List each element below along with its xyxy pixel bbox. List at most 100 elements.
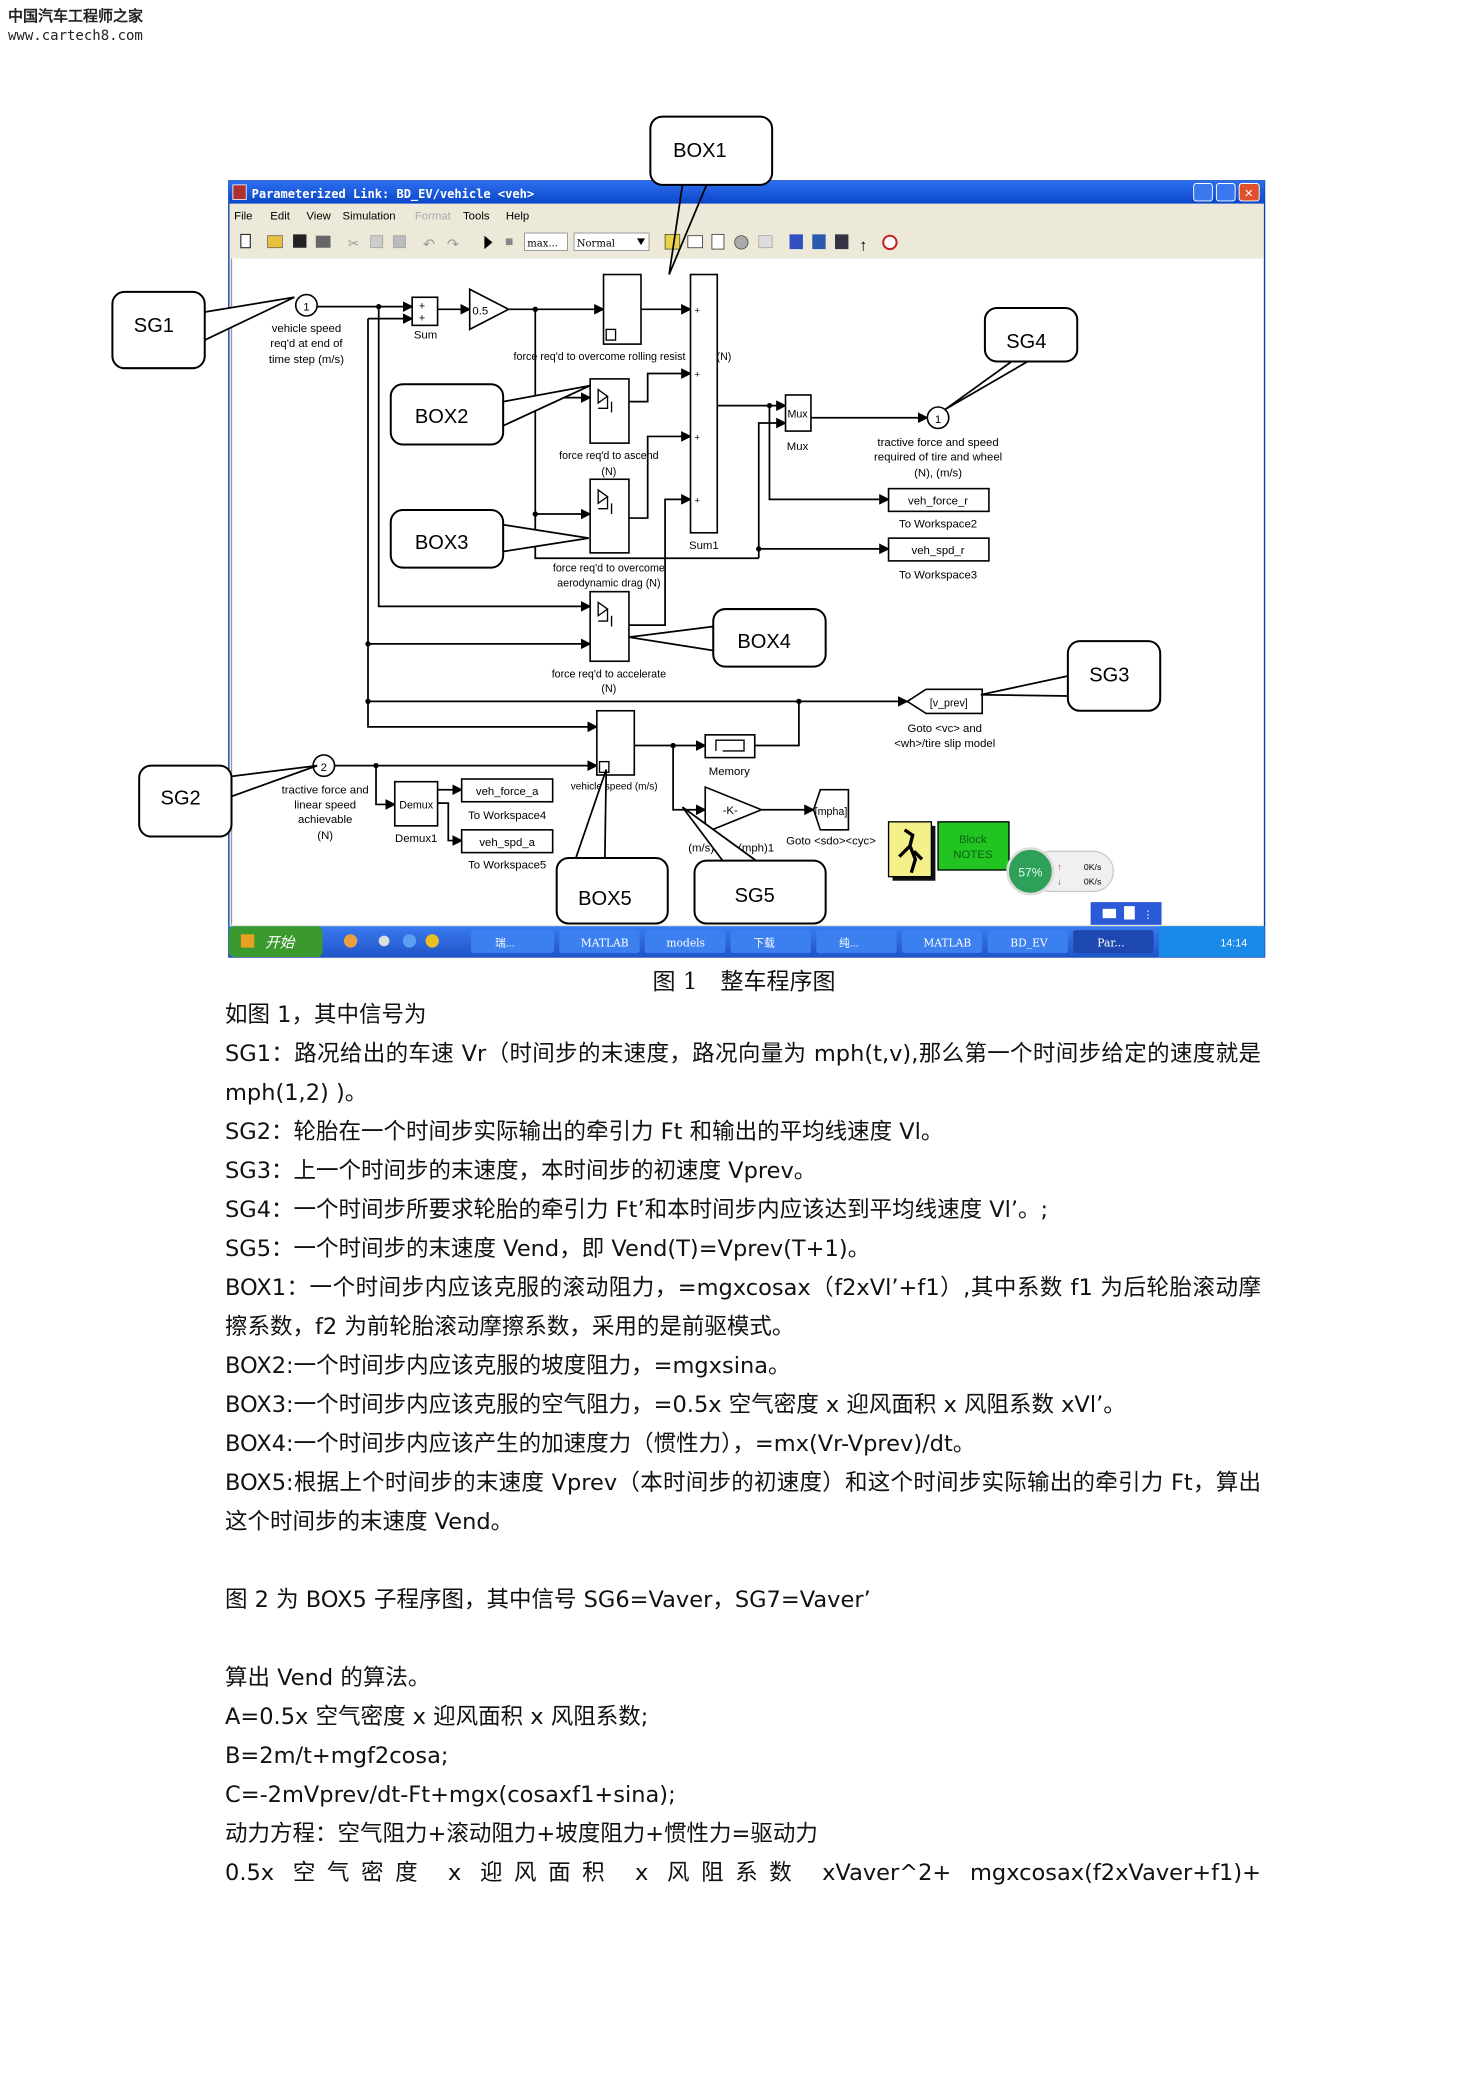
network-widget[interactable]: 57% ↑ ↓ 0K/s 0K/s bbox=[1006, 847, 1115, 896]
model-canvas[interactable] bbox=[230, 258, 1264, 925]
taskbar-item-label: BD_EV bbox=[1010, 936, 1048, 949]
quicklaunch-icon[interactable] bbox=[425, 934, 439, 948]
taskbar-item-label: models bbox=[666, 936, 705, 949]
paragraph: 算出 Vend 的算法。 bbox=[225, 1665, 431, 1691]
net-down: 0K/s bbox=[1084, 877, 1102, 887]
quicklaunch-icon[interactable] bbox=[378, 935, 390, 947]
quicklaunch-icon[interactable] bbox=[343, 934, 358, 948]
paragraph: BOX5:根据上个时间步的末速度 Vprev（本时间步的初速度）和这个时间步实际… bbox=[225, 1470, 1261, 1535]
options-icon[interactable]: ⋮ bbox=[1143, 909, 1154, 921]
sum1-block[interactable]: + + + + Sum1 bbox=[689, 273, 719, 552]
block-notes[interactable]: Block NOTES bbox=[937, 821, 1010, 871]
memory-block[interactable]: Memory bbox=[704, 734, 756, 778]
taskbar-item[interactable]: MATLAB bbox=[559, 930, 640, 953]
to-workspace4[interactable]: veh_force_a To Workspace4 bbox=[460, 778, 554, 822]
paragraph: BOX2:一个时间步内应该克服的坡度阻力，=mgxsina。 bbox=[225, 1353, 791, 1379]
callout-label: BOX4 bbox=[737, 631, 791, 653]
outport-1-label: (N), (m/s) bbox=[914, 468, 962, 480]
taskbar-item[interactable]: BD_EV bbox=[987, 930, 1068, 953]
new-icon[interactable] bbox=[240, 233, 251, 249]
start-label: 开始 bbox=[265, 935, 296, 952]
keyboard-icon[interactable] bbox=[1102, 908, 1117, 919]
menu-help[interactable]: Help bbox=[506, 211, 529, 223]
demux-block[interactable]: Demux Demux1 bbox=[393, 780, 439, 845]
browser-icon[interactable] bbox=[835, 234, 849, 250]
up-arrow-icon[interactable]: ↑ bbox=[859, 236, 867, 254]
sim-mode-value: Normal bbox=[577, 238, 615, 249]
taskbar-item[interactable]: 下载 bbox=[730, 930, 811, 953]
menu-file[interactable]: File bbox=[234, 211, 252, 223]
taskbar-item-label: MATLAB bbox=[581, 936, 629, 949]
print-icon[interactable] bbox=[315, 235, 331, 248]
paragraph: 图 2 为 BOX5 子程序图，其中信号 SG6=Vaver，SG7=Vaver… bbox=[225, 1587, 871, 1613]
copy-icon[interactable] bbox=[370, 235, 384, 249]
link-icon bbox=[598, 760, 610, 773]
open-icon[interactable] bbox=[267, 235, 283, 249]
inport-2-label: achievable bbox=[298, 814, 352, 826]
callout-label: SG5 bbox=[735, 885, 775, 907]
close-icon: × bbox=[1245, 186, 1254, 202]
plus-sign: + bbox=[695, 305, 700, 315]
to-workspace3[interactable]: veh_spd_r To Workspace3 bbox=[887, 537, 990, 581]
paste-icon[interactable] bbox=[393, 235, 406, 249]
maximize-button[interactable] bbox=[1215, 183, 1236, 202]
target-icon[interactable] bbox=[882, 234, 898, 251]
menu-edit[interactable]: Edit bbox=[270, 211, 290, 223]
paragraph: SG3：上一个时间步的末速度，本时间步的初速度 Vprev。 bbox=[225, 1158, 817, 1184]
paragraph: 如图 1，其中信号为 bbox=[225, 1002, 427, 1028]
taskbar-item[interactable]: models bbox=[645, 930, 726, 953]
upload-arrow-icon: ↑ bbox=[1057, 862, 1062, 872]
taskbar-item[interactable]: 纯... bbox=[816, 930, 897, 953]
ie-icon[interactable] bbox=[402, 934, 417, 948]
save-icon[interactable] bbox=[293, 234, 307, 248]
menu-format[interactable]: Format bbox=[415, 211, 452, 223]
taskbar-item-label: Par... bbox=[1097, 936, 1124, 949]
cut-icon[interactable]: ✂ bbox=[348, 236, 359, 251]
outport-1-label: tractive force and speed bbox=[877, 437, 998, 449]
mux-block[interactable]: Mux Mux bbox=[784, 394, 812, 453]
language-bar[interactable]: ⋮ bbox=[1090, 902, 1162, 925]
taskbar-item-label: 下载 bbox=[753, 937, 775, 949]
gain-k-value: -K- bbox=[723, 805, 738, 817]
taskbar-item-active[interactable]: Par... bbox=[1073, 930, 1154, 953]
navigate-icon[interactable] bbox=[789, 234, 803, 250]
rolling-unit: (N) bbox=[717, 351, 732, 363]
demux-text: Demux bbox=[399, 799, 434, 811]
taskbar-item[interactable]: MATLAB bbox=[901, 930, 983, 953]
goto-v-prev-label: Goto <vc> and bbox=[907, 723, 982, 735]
minimize-button[interactable] bbox=[1193, 183, 1213, 202]
stop-simulation-icon[interactable] bbox=[505, 238, 513, 246]
menu-tools[interactable]: Tools bbox=[463, 211, 490, 223]
build-icon[interactable] bbox=[758, 235, 773, 249]
ws2-label: To Workspace2 bbox=[899, 518, 977, 530]
taskbar-item[interactable]: 瑞... bbox=[471, 930, 555, 953]
redo-icon[interactable]: ↷ bbox=[447, 237, 460, 253]
callout-label: SG3 bbox=[1089, 664, 1129, 686]
sum-block[interactable]: + + Sum bbox=[411, 296, 439, 342]
menu-simulation[interactable]: Simulation bbox=[343, 211, 396, 223]
paragraph: SG5：一个时间步的末速度 Vend，即 Vend(T)=Vprev(T+1)。 bbox=[225, 1236, 871, 1262]
help-icon[interactable] bbox=[1124, 906, 1135, 920]
to-workspace2[interactable]: veh_force_r To Workspace2 bbox=[887, 487, 990, 531]
mux-label: Mux bbox=[787, 441, 809, 453]
update-icon[interactable] bbox=[711, 233, 725, 250]
menu-view[interactable]: View bbox=[306, 211, 331, 223]
simulink-window: Parameterized Link: BD_EV/vehicle <veh> … bbox=[228, 180, 1266, 958]
outport-1-number: 1 bbox=[935, 414, 941, 426]
notes-text: Block bbox=[959, 834, 987, 846]
to-workspace5[interactable]: veh_spd_a To Workspace5 bbox=[460, 829, 554, 872]
profile-icon[interactable] bbox=[812, 234, 826, 250]
callout-label: SG2 bbox=[161, 787, 201, 809]
callout-label: BOX3 bbox=[415, 532, 469, 554]
inport-2-label: tractive force and bbox=[282, 785, 369, 797]
memory-label: Memory bbox=[709, 766, 750, 778]
paragraph: SG4：一个时间步所要求轮胎的牵引力 Ft’和本时间步内应该达到平均线速度 Vl… bbox=[225, 1197, 1049, 1223]
accel-label: force req'd to accelerate bbox=[552, 668, 666, 680]
mascot-image[interactable] bbox=[887, 821, 936, 881]
windows-logo-icon bbox=[240, 934, 255, 948]
paragraph: A=0.5x 空气密度 x 迎风面积 x 风阻系数; bbox=[225, 1704, 649, 1730]
inport-2-label: (N) bbox=[317, 830, 333, 842]
model-explorer-icon[interactable] bbox=[687, 235, 703, 249]
debug-icon[interactable] bbox=[734, 235, 749, 250]
undo-icon[interactable]: ↶ bbox=[423, 237, 435, 253]
